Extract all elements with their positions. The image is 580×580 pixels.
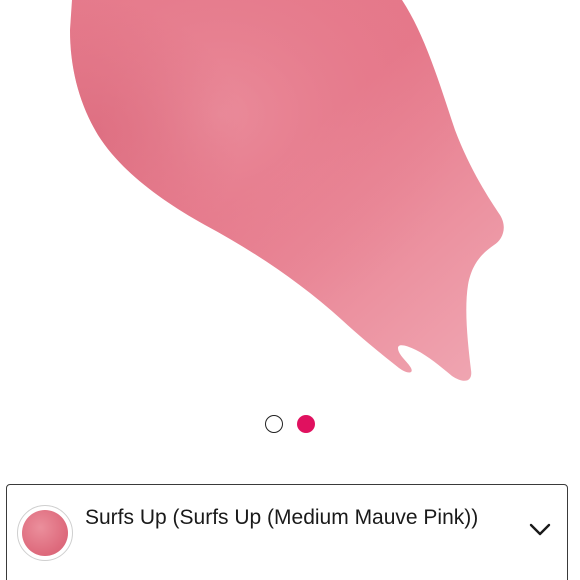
gloss-swatch-image — [70, 0, 504, 381]
carousel-dot-1[interactable] — [265, 415, 283, 433]
chevron-down-icon[interactable] — [527, 519, 553, 541]
carousel-pagination — [0, 412, 580, 436]
shade-swatch — [17, 505, 73, 561]
carousel-dot-2[interactable] — [297, 415, 315, 433]
product-page: Surfs Up (Surfs Up (Medium Mauve Pink)) — [0, 0, 580, 580]
shade-selector-dropdown[interactable]: Surfs Up (Surfs Up (Medium Mauve Pink)) — [6, 484, 568, 580]
shade-name-label: Surfs Up (Surfs Up (Medium Mauve Pink)) — [85, 506, 479, 529]
product-image — [0, 0, 580, 390]
shade-swatch-color — [22, 510, 68, 556]
